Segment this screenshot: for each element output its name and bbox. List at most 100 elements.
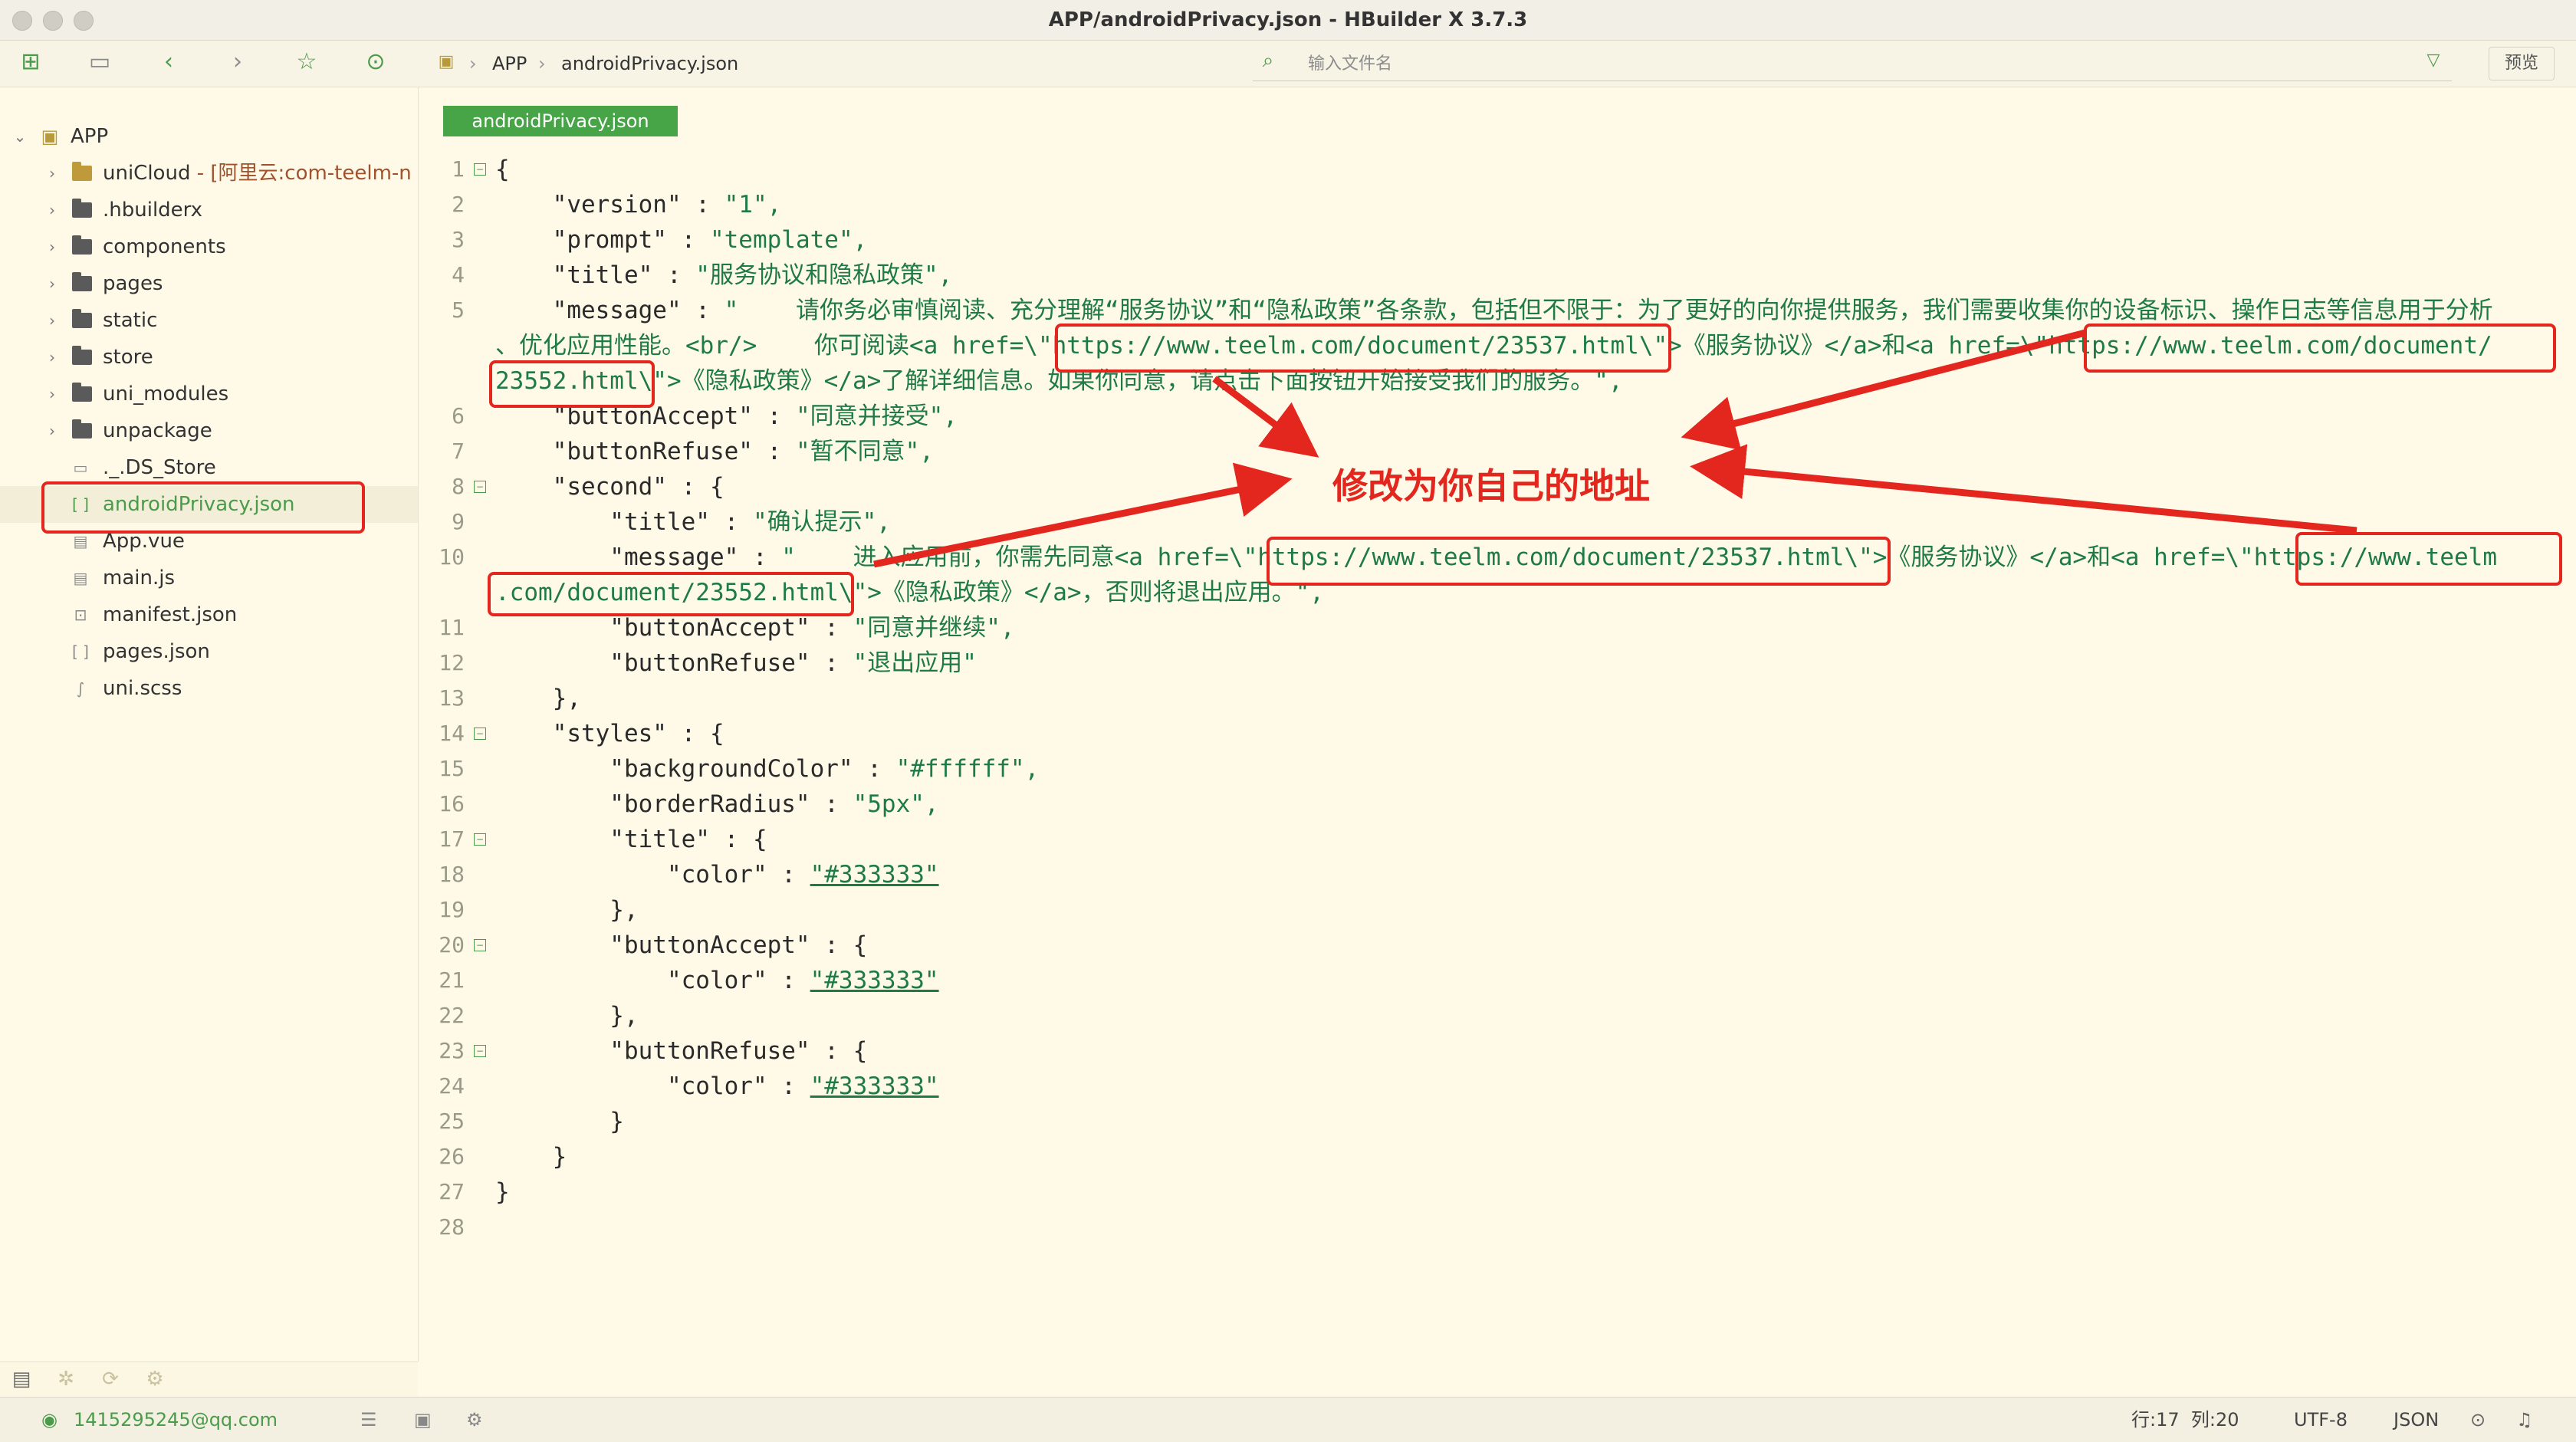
- breadcrumb-separator-icon: ›: [538, 53, 546, 74]
- code-line[interactable]: 19 },: [419, 892, 2576, 928]
- code-line[interactable]: 16 "borderRadius" : "5px",: [419, 787, 2576, 822]
- folder-icon: [72, 309, 92, 328]
- code-line[interactable]: 18 "color" : "#333333": [419, 857, 2576, 892]
- refresh-icon[interactable]: ⟳: [95, 1364, 126, 1394]
- code-line[interactable]: 12 "buttonRefuse" : "退出应用": [419, 645, 2576, 681]
- line-number: 17: [439, 826, 465, 852]
- code-line[interactable]: 22 },: [419, 998, 2576, 1033]
- code-text: "buttonRefuse" : "退出应用": [495, 645, 977, 681]
- breadcrumb-project[interactable]: APP: [492, 41, 527, 87]
- preview-button[interactable]: 预览: [2489, 47, 2555, 80]
- code-key: "title" : {: [495, 826, 767, 853]
- code-key: "version" :: [495, 191, 724, 218]
- chevron-right-icon[interactable]: ›: [43, 265, 61, 302]
- code-value: "服务协议和隐私政策",: [695, 261, 953, 289]
- code-line[interactable]: 13 },: [419, 681, 2576, 716]
- code-line[interactable]: 21 "color" : "#333333": [419, 963, 2576, 998]
- tree-item[interactable]: [ ] pages.json: [0, 633, 418, 670]
- code-line[interactable]: 20− "buttonAccept" : {: [419, 928, 2576, 963]
- plugin-icon[interactable]: ⚙: [466, 1398, 483, 1442]
- fold-toggle-icon[interactable]: −: [474, 481, 486, 493]
- plugin-icon[interactable]: ⚙: [140, 1364, 170, 1394]
- tree-item[interactable]: ▤ main.js: [0, 560, 418, 596]
- forward-icon[interactable]: ›: [222, 47, 253, 77]
- tree-item[interactable]: › .hbuilderx: [0, 192, 418, 228]
- fold-toggle-icon[interactable]: −: [474, 163, 486, 176]
- chevron-right-icon[interactable]: ›: [43, 228, 61, 265]
- code-line[interactable]: 6 "buttonAccept" : "同意并接受",: [419, 399, 2576, 434]
- fold-toggle-icon[interactable]: −: [474, 1045, 486, 1057]
- code-key: "color" :: [495, 967, 810, 994]
- run-icon[interactable]: ⊙: [360, 47, 391, 77]
- fold-toggle-icon[interactable]: −: [474, 728, 486, 740]
- debug-icon[interactable]: ✲: [51, 1364, 81, 1394]
- chevron-right-icon[interactable]: ›: [43, 192, 61, 228]
- line-number: 4: [452, 262, 465, 287]
- code-line[interactable]: 26 }: [419, 1139, 2576, 1174]
- encoding-label[interactable]: UTF-8: [2294, 1398, 2348, 1442]
- tree-item[interactable]: › store: [0, 339, 418, 376]
- tree-item[interactable]: ∫ uni.scss: [0, 670, 418, 707]
- tree-item[interactable]: › static: [0, 302, 418, 339]
- code-key: "message" :: [495, 544, 782, 571]
- code-line[interactable]: 9 "title" : "确认提示",: [419, 504, 2576, 540]
- chevron-right-icon[interactable]: ›: [43, 339, 61, 376]
- tree-item[interactable]: ▭ ._.DS_Store: [0, 449, 418, 486]
- code-line[interactable]: 25 }: [419, 1104, 2576, 1139]
- save-icon[interactable]: ▭: [84, 47, 115, 77]
- tree-item[interactable]: › unpackage: [0, 412, 418, 449]
- code-editor[interactable]: androidPrivacy.json 1−{2 "version" : "1"…: [419, 87, 2576, 1397]
- code-line[interactable]: 3 "prompt" : "template",: [419, 222, 2576, 258]
- status-bar: ◉ 1415295245@qq.com ☰ ▣ ⚙ 行:17 列:20 UTF-…: [0, 1397, 2576, 1442]
- download-icon[interactable]: ⊙: [2470, 1398, 2486, 1442]
- code-line[interactable]: 15 "backgroundColor" : "#ffffff",: [419, 751, 2576, 787]
- new-file-icon[interactable]: ⊞: [15, 47, 46, 77]
- back-icon[interactable]: ‹: [153, 47, 184, 77]
- code-line[interactable]: 2 "version" : "1",: [419, 187, 2576, 222]
- tree-item[interactable]: › components: [0, 228, 418, 265]
- terminal-icon[interactable]: ▣: [414, 1398, 432, 1442]
- breadcrumb-file[interactable]: androidPrivacy.json: [561, 41, 738, 87]
- code-key: "prompt" :: [495, 226, 710, 254]
- chevron-right-icon[interactable]: ›: [43, 376, 61, 412]
- code-line[interactable]: 1−{: [419, 152, 2576, 187]
- bell-icon[interactable]: ♫: [2516, 1398, 2533, 1442]
- tree-item[interactable]: ⊡ manifest.json: [0, 596, 418, 633]
- tree-item[interactable]: › uni_modules: [0, 376, 418, 412]
- line-number: 5: [452, 297, 465, 323]
- annotation-box-url: [489, 360, 655, 408]
- code-line[interactable]: 27}: [419, 1174, 2576, 1210]
- account-label[interactable]: 1415295245@qq.com: [74, 1398, 278, 1442]
- code-key: },: [495, 1002, 639, 1030]
- chevron-right-icon[interactable]: ›: [43, 412, 61, 449]
- code-line[interactable]: 24 "color" : "#333333": [419, 1069, 2576, 1104]
- chevron-right-icon[interactable]: ›: [43, 302, 61, 339]
- code-value: "确认提示",: [752, 508, 891, 536]
- code-key: "buttonRefuse" :: [495, 438, 796, 465]
- code-key: }: [495, 1178, 510, 1206]
- code-line[interactable]: 23− "buttonRefuse" : {: [419, 1033, 2576, 1069]
- folder-icon: [72, 272, 92, 291]
- code-line[interactable]: 17− "title" : {: [419, 822, 2576, 857]
- code-line[interactable]: 28: [419, 1210, 2576, 1245]
- cursor-position[interactable]: 行:17 列:20: [2131, 1398, 2239, 1442]
- tree-root-app[interactable]: ⌄ ▣ APP: [0, 118, 418, 155]
- language-label[interactable]: JSON: [2394, 1398, 2439, 1442]
- fold-toggle-icon[interactable]: −: [474, 833, 486, 846]
- code-line[interactable]: 14− "styles" : {: [419, 716, 2576, 751]
- chevron-right-icon[interactable]: ›: [43, 155, 61, 192]
- line-number: 21: [439, 967, 465, 993]
- editor-tab-androidprivacy[interactable]: androidPrivacy.json: [443, 106, 678, 136]
- tree-item[interactable]: › pages: [0, 265, 418, 302]
- tree-item[interactable]: › uniCloud - [阿里云:com-teelm-n: [0, 155, 418, 192]
- code-line[interactable]: 4 "title" : "服务协议和隐私政策",: [419, 258, 2576, 293]
- fold-toggle-icon[interactable]: −: [474, 939, 486, 951]
- list-icon[interactable]: ☰: [360, 1398, 377, 1442]
- chevron-down-icon[interactable]: ⌄: [11, 118, 29, 155]
- favorite-icon[interactable]: ☆: [291, 47, 322, 77]
- code-key: }: [495, 1143, 567, 1171]
- filter-icon[interactable]: ▽: [2418, 45, 2449, 76]
- file-search-input[interactable]: [1306, 48, 2383, 79]
- project-explorer: ⌄ ▣ APP › uniCloud - [阿里云:com-teelm-n › .hb…: [0, 87, 419, 1362]
- folder-icon[interactable]: ▤: [6, 1364, 37, 1394]
